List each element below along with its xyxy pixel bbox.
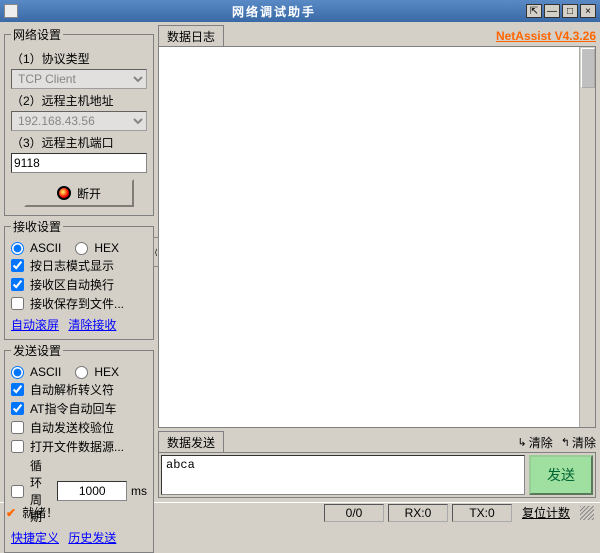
window-title: 网络调试助手: [22, 3, 526, 20]
log-header: 数据日志 NetAssist V4.3.26: [158, 26, 596, 46]
protocol-label: （1）协议类型: [11, 50, 147, 67]
send-settings-group: 发送设置 ASCII HEX 自动解析转义符 AT指令自动回车 自动发送校验位 …: [4, 342, 154, 553]
clear-send-link-2[interactable]: ↰清除: [561, 434, 596, 451]
send-atcr-checkbox[interactable]: [11, 402, 24, 415]
send-tab[interactable]: 数据发送: [158, 431, 224, 453]
status-rx: RX:0: [388, 504, 448, 522]
record-icon: [57, 186, 71, 200]
close-button[interactable]: ×: [580, 4, 596, 18]
recv-save-checkbox[interactable]: [11, 297, 24, 310]
system-buttons: ⇱ — □ ×: [526, 4, 596, 18]
disconnect-button[interactable]: 断开: [24, 179, 134, 207]
recv-wrap-checkbox[interactable]: [11, 278, 24, 291]
left-panel: 网络设置 （1）协议类型 TCP Client （2）远程主机地址 192.16…: [4, 26, 154, 498]
port-label: （3）远程主机端口: [11, 134, 147, 151]
maximize-button[interactable]: □: [562, 4, 578, 18]
arrow-down-icon: ↳: [518, 436, 527, 449]
clear-recv-link[interactable]: 清除接收: [68, 318, 116, 332]
shortcut-link[interactable]: 快捷定义: [11, 531, 59, 545]
send-ascii-radio[interactable]: [11, 366, 24, 379]
clear-send-link-1[interactable]: ↳清除: [518, 434, 553, 451]
period-input[interactable]: [57, 481, 127, 501]
receive-settings-group: 接收设置 ASCII HEX 按日志模式显示 接收区自动换行 接收保存到文件..…: [4, 218, 154, 340]
network-settings-legend: 网络设置: [11, 26, 63, 43]
vertical-scrollbar[interactable]: [579, 47, 595, 427]
history-link[interactable]: 历史发送: [68, 531, 116, 545]
log-area[interactable]: ⟨: [158, 46, 596, 428]
send-header: 数据发送 ↳清除 ↰清除: [158, 432, 596, 452]
right-panel: 数据日志 NetAssist V4.3.26 ⟨ 数据发送 ↳清除 ↰清除 ab…: [158, 26, 596, 498]
status-counter: 0/0: [324, 504, 384, 522]
send-escape-checkbox[interactable]: [11, 383, 24, 396]
disconnect-label: 断开: [77, 185, 101, 202]
send-input[interactable]: abca: [161, 455, 525, 495]
protocol-select[interactable]: TCP Client: [11, 69, 147, 89]
version-link[interactable]: NetAssist V4.3.26: [496, 29, 596, 43]
send-checksum-checkbox[interactable]: [11, 421, 24, 434]
recv-logmode-checkbox[interactable]: [11, 259, 24, 272]
receive-settings-legend: 接收设置: [11, 218, 63, 235]
ready-icon: ✔: [6, 506, 16, 520]
port-input[interactable]: [11, 153, 147, 173]
pin-button[interactable]: ⇱: [526, 4, 542, 18]
splitter-handle[interactable]: ⟨: [153, 237, 159, 267]
network-settings-group: 网络设置 （1）协议类型 TCP Client （2）远程主机地址 192.16…: [4, 26, 154, 216]
host-label: （2）远程主机地址: [11, 92, 147, 109]
resize-grip[interactable]: [580, 506, 594, 520]
autoscroll-link[interactable]: 自动滚屏: [11, 318, 59, 332]
send-settings-legend: 发送设置: [11, 342, 63, 359]
send-period-checkbox[interactable]: [11, 485, 24, 498]
reset-counter-link[interactable]: 复位计数: [516, 504, 576, 521]
status-tx: TX:0: [452, 504, 512, 522]
recv-hex-radio[interactable]: [75, 242, 88, 255]
recv-ascii-radio[interactable]: [11, 242, 24, 255]
host-select[interactable]: 192.168.43.56: [11, 111, 147, 131]
app-icon: [4, 4, 18, 18]
send-openfile-checkbox[interactable]: [11, 440, 24, 453]
scrollbar-thumb[interactable]: [581, 48, 595, 88]
send-hex-radio[interactable]: [75, 366, 88, 379]
arrow-up-icon: ↰: [561, 436, 570, 449]
title-bar: 网络调试助手 ⇱ — □ ×: [0, 0, 600, 22]
log-tab[interactable]: 数据日志: [158, 25, 224, 47]
minimize-button[interactable]: —: [544, 4, 560, 18]
send-box: abca 发送: [158, 452, 596, 498]
send-button[interactable]: 发送: [529, 455, 593, 495]
status-ready: 就绪！: [22, 504, 58, 521]
